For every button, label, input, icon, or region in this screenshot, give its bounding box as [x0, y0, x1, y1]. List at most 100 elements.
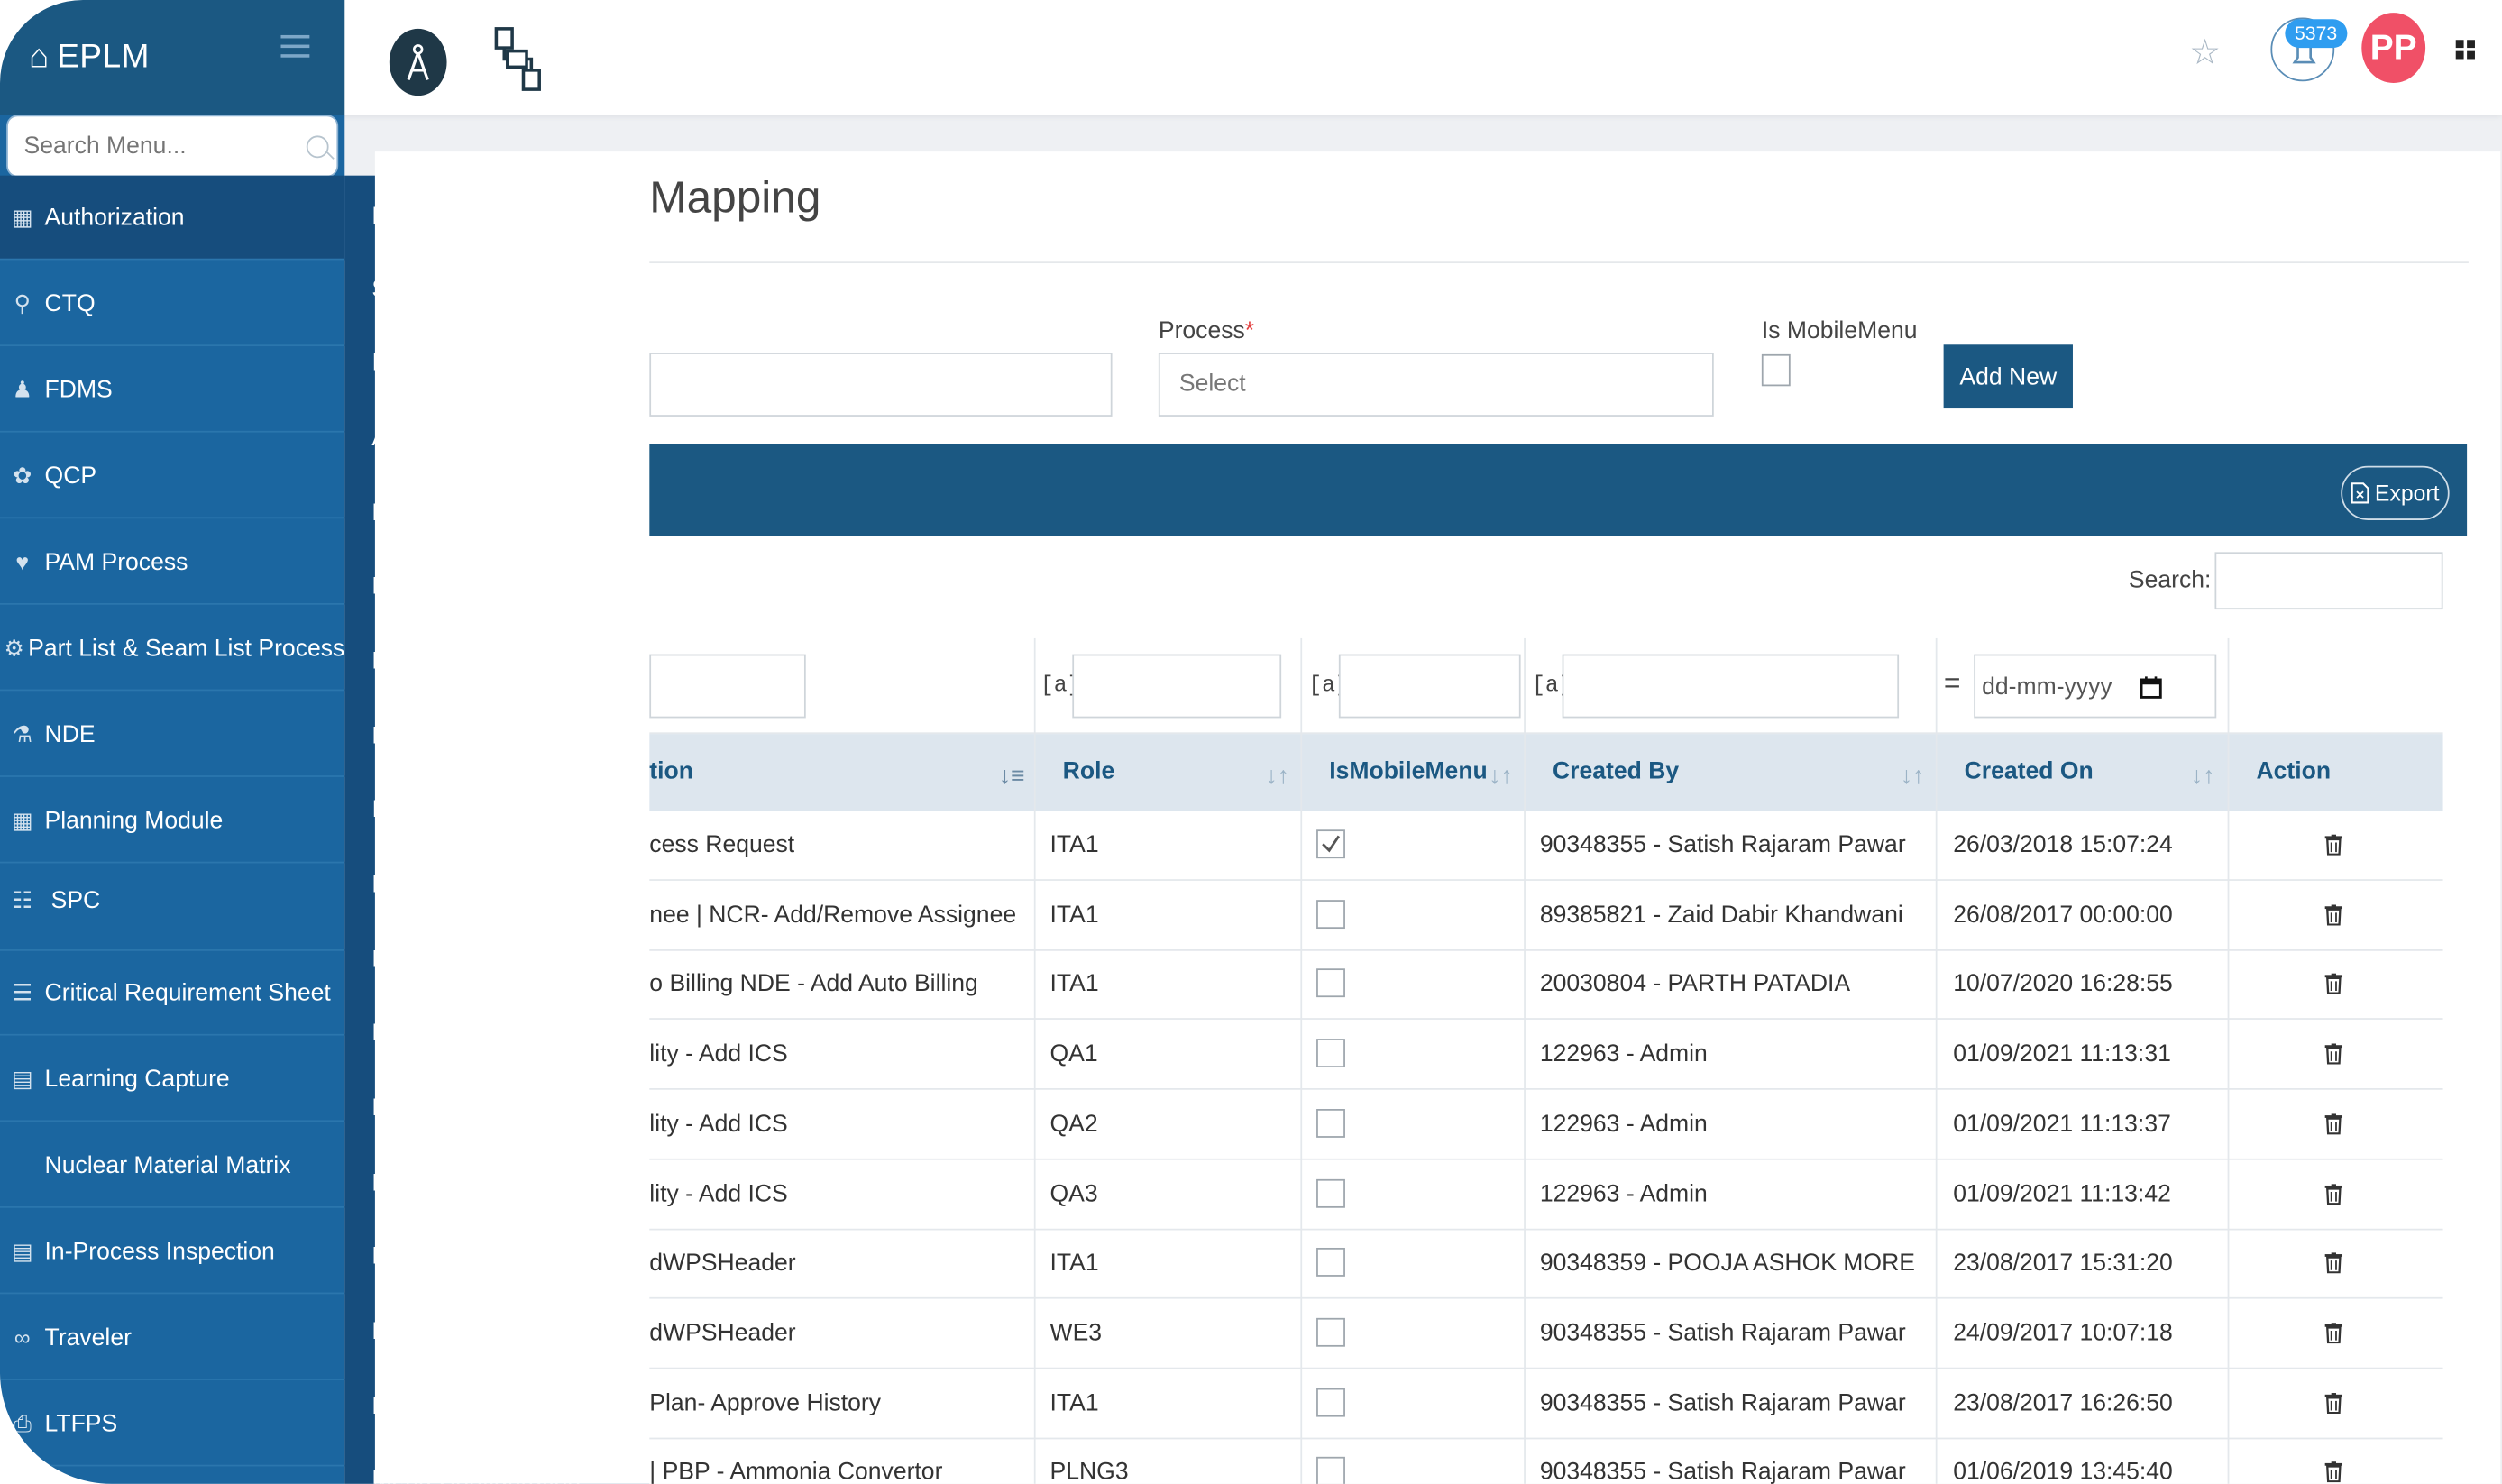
sidebar-item-learning-capture[interactable]: ▤ Learning Capture	[0, 1037, 345, 1122]
cell-description: dWPSHeader	[649, 1250, 796, 1278]
cell-description: | PBP - Ammonia Convertor	[649, 1459, 943, 1484]
delete-trash-icon[interactable]	[2324, 974, 2343, 995]
table-toolbar	[649, 444, 2468, 536]
createdon-filter-type[interactable]: =	[1944, 670, 1961, 701]
cell-role: ITA1	[1049, 1388, 1099, 1416]
people-icon: ♟	[12, 375, 32, 402]
role-filter-input[interactable]	[1072, 654, 1282, 719]
user-avatar[interactable]: PP	[2361, 13, 2426, 84]
cell-created-on: 01/09/2021 11:13:37	[1953, 1110, 2171, 1138]
sitemap-icon: ☷	[12, 887, 32, 913]
sort-icon[interactable]: ↓↑	[1265, 763, 1289, 790]
cell-description: cess Request	[649, 831, 795, 859]
cell-description: lity - Add ICS	[649, 1179, 788, 1207]
top-header	[0, 0, 2502, 115]
export-button[interactable]: Export	[2341, 465, 2450, 520]
column-header-description[interactable]: tion	[649, 758, 693, 785]
delete-trash-icon[interactable]	[2324, 1322, 2343, 1344]
sidebar-item-ctq[interactable]: ⚲ CTQ	[0, 261, 345, 347]
cell-created-on: 26/08/2017 00:00:00	[1953, 901, 2173, 929]
mobile-filter-input[interactable]	[1338, 654, 1521, 719]
delete-trash-icon[interactable]	[2324, 834, 2343, 856]
ismobilemenu-checkbox[interactable]	[1316, 1177, 1345, 1207]
description-field[interactable]	[649, 353, 1113, 417]
ismobilemenu-checkbox[interactable]	[1316, 1457, 1345, 1484]
cell-role: ITA1	[1049, 901, 1099, 929]
sidebar-item-traveler[interactable]: ∞ Traveler	[0, 1296, 345, 1380]
process-select-value: Select	[1178, 370, 1246, 398]
notification-count-badge[interactable]: 5373	[2285, 19, 2347, 49]
compass-tool-icon[interactable]	[389, 28, 447, 96]
calendar-icon[interactable]	[2140, 675, 2162, 700]
table-search-input[interactable]	[2214, 552, 2443, 610]
createdon-filter-input[interactable]: dd-mm-yyyy	[1974, 654, 2217, 719]
brand-title[interactable]: EPLM	[57, 38, 150, 76]
sidebar-item-critical-requirement-sheet[interactable]: ☰ Critical Requirement Sheet	[0, 951, 345, 1036]
sort-icon[interactable]: ↓↑	[1901, 763, 1925, 790]
sidebar-item-pam-process[interactable]: ♥ PAM Process	[0, 520, 345, 605]
sidebar-item-planning-module[interactable]: ▦ Planning Module	[0, 779, 345, 864]
delete-trash-icon[interactable]	[2324, 1252, 2343, 1274]
search-menu-input[interactable]	[7, 116, 296, 176]
sidebar-item-label: LTFPS	[44, 1409, 118, 1437]
flowchart-icon[interactable]	[489, 25, 549, 96]
delete-trash-icon[interactable]	[2324, 1461, 2343, 1483]
hamburger-menu-icon[interactable]	[280, 34, 310, 58]
is-mobilemenu-checkbox[interactable]	[1761, 353, 1791, 387]
sidebar-item-fdms[interactable]: ♟ FDMS	[0, 348, 345, 433]
cell-created-on: 26/03/2018 15:07:24	[1953, 831, 2173, 859]
gear-icon: ⚙	[4, 634, 24, 660]
column-header-role[interactable]: Role	[1063, 758, 1115, 785]
delete-trash-icon[interactable]	[2324, 1043, 2343, 1065]
delete-trash-icon[interactable]	[2324, 1392, 2343, 1414]
ismobilemenu-checkbox[interactable]	[1316, 1317, 1345, 1347]
cell-created-on: 10/07/2020 16:28:55	[1953, 970, 2173, 998]
cell-description: nee | NCR- Add/Remove Assignee	[649, 901, 1017, 929]
magnifier-icon: ⚲	[14, 289, 31, 316]
sort-icon[interactable]: ↓↑	[2191, 763, 2215, 790]
favorite-star-icon[interactable]: ☆	[2189, 32, 2221, 73]
column-header-created-by[interactable]: Created By	[1553, 758, 1679, 785]
ismobilemenu-checkbox[interactable]	[1316, 1248, 1345, 1278]
sort-icon[interactable]: ↓↑	[1489, 763, 1513, 790]
sidebar-item-ltfps[interactable]: ⎙ LTFPS	[0, 1382, 345, 1467]
microscope-icon: ⚗	[12, 720, 32, 747]
search-icon[interactable]	[306, 135, 329, 159]
apps-grid-icon[interactable]	[2455, 40, 2475, 60]
printer-icon: ⎙	[13, 1409, 32, 1435]
page-title: Mapping	[649, 172, 821, 223]
ismobilemenu-checkbox[interactable]	[1316, 829, 1345, 859]
ismobilemenu-checkbox[interactable]	[1316, 1388, 1345, 1416]
column-header-action: Action	[2256, 757, 2332, 785]
description-filter-input[interactable]	[649, 654, 806, 719]
sidebar-item-nuclear-material-matrix[interactable]: Nuclear Material Matrix	[0, 1123, 345, 1208]
sidebar-item-nde[interactable]: ⚗ NDE	[0, 692, 345, 777]
ismobilemenu-checkbox[interactable]	[1316, 968, 1345, 998]
column-divider	[1033, 637, 1036, 1484]
cell-created-on: 01/09/2021 11:13:31	[1953, 1040, 2171, 1068]
sidebar-item-qcp[interactable]: ✿ QCP	[0, 434, 345, 519]
delete-trash-icon[interactable]	[2324, 903, 2343, 926]
ismobilemenu-checkbox[interactable]	[1316, 1108, 1345, 1138]
process-select[interactable]: Select	[1158, 353, 1714, 417]
ismobilemenu-checkbox[interactable]	[1316, 1039, 1345, 1068]
sidebar-item-part-list-seam-list-process[interactable]: ⚙ Part List & Seam List Process	[0, 607, 345, 692]
cell-created-by: 122963 - Admin	[1539, 1179, 1708, 1207]
ismobilemenu-checkbox[interactable]	[1316, 899, 1345, 929]
cell-role: ITA1	[1049, 1250, 1099, 1278]
delete-trash-icon[interactable]	[2324, 1183, 2343, 1205]
createdby-filter-input[interactable]	[1562, 654, 1900, 719]
delete-trash-icon[interactable]	[2324, 1113, 2343, 1135]
add-new-button[interactable]: Add New	[1943, 344, 2073, 409]
title-divider	[649, 261, 2469, 264]
column-header-ismobilemenu[interactable]: IsMobileMenu	[1329, 758, 1488, 785]
cell-created-on: 01/06/2019 13:45:40	[1953, 1459, 2173, 1484]
sidebar-item-authorization[interactable]: ▦ Authorization	[0, 175, 345, 261]
sort-desc-icon[interactable]: ↓≡	[999, 763, 1025, 790]
home-icon[interactable]: ⌂	[29, 38, 49, 76]
column-header-created-on[interactable]: Created On	[1965, 758, 2094, 785]
cell-created-by: 90348355 - Satish Rajaram Pawar	[1539, 831, 1906, 859]
sidebar-item-spc[interactable]: ☷ SPC	[0, 852, 345, 951]
sidebar-item-in-process-inspection[interactable]: ▤ In-Process Inspection	[0, 1210, 345, 1295]
cell-role: PLNG3	[1049, 1459, 1129, 1484]
